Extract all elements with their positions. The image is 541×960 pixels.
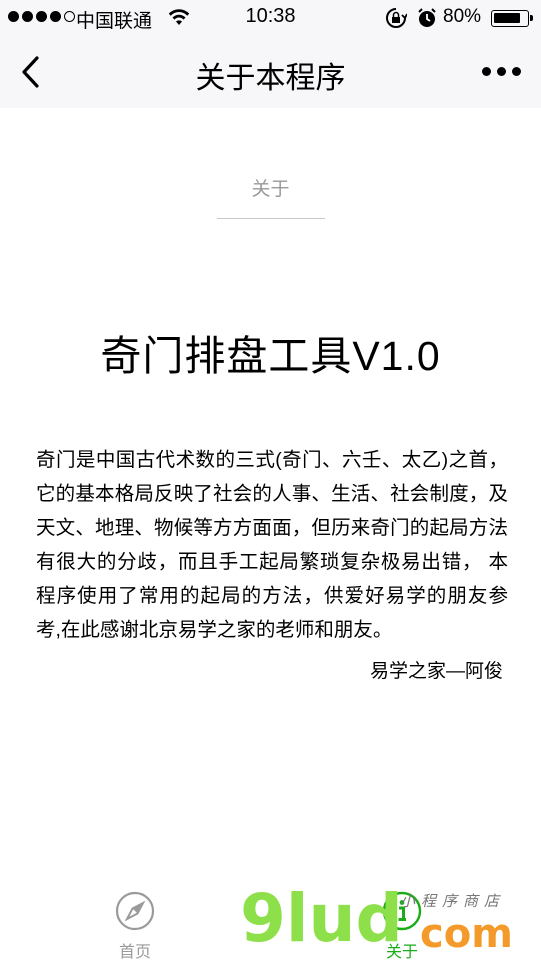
info-icon xyxy=(382,891,422,931)
tab-about-label: 关于 xyxy=(385,944,418,960)
tab-home[interactable]: 首页 xyxy=(85,884,185,960)
battery-icon xyxy=(491,10,533,27)
more-dots-icon xyxy=(481,66,491,76)
tab-home-label: 首页 xyxy=(118,944,151,960)
section-divider xyxy=(217,218,325,219)
author-signature: 易学之家—阿俊 xyxy=(369,661,503,682)
battery-percent: 80% xyxy=(443,6,482,27)
section-label: 关于 xyxy=(251,179,290,200)
status-bar: 中国联通 10:38 80% xyxy=(0,0,541,36)
tab-about[interactable]: 关于 xyxy=(352,884,452,960)
app-description: 奇门是中国古代术数的三式(奇门、六壬、太乙)之首， 它的基本格局反映了社会的人事… xyxy=(36,449,508,641)
nav-bar: 关于本程序 xyxy=(0,36,541,108)
more-button[interactable] xyxy=(476,62,526,80)
app-title: 奇门排盘工具V1.0 xyxy=(100,333,441,379)
page-title: 关于本程序 xyxy=(195,62,346,95)
compass-icon xyxy=(115,891,155,931)
tab-bar: 首页 关于 xyxy=(0,884,541,960)
rotation-lock-icon xyxy=(385,7,408,35)
alarm-icon xyxy=(416,7,438,35)
